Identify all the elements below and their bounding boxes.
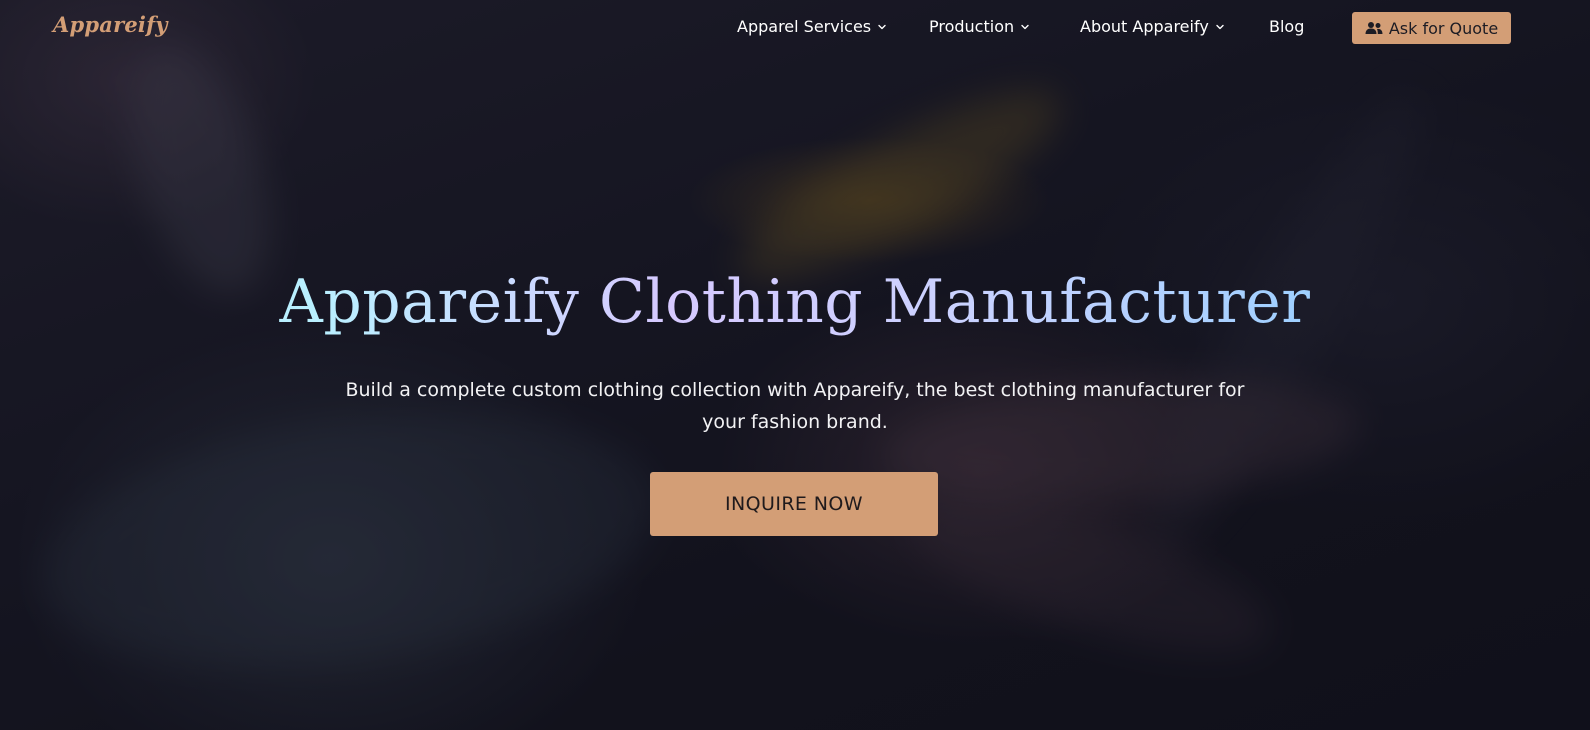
background-overlay xyxy=(0,0,1590,730)
ask-for-quote-label: Ask for Quote xyxy=(1388,18,1499,38)
nav-item-about-appareify[interactable]: About Appareify xyxy=(1080,17,1225,36)
ask-for-quote-button[interactable]: Ask for Quote xyxy=(1352,12,1511,44)
hero-section: Appareify Apparel Services Production Ab… xyxy=(0,0,1590,730)
users-icon xyxy=(1365,22,1383,34)
nav-item-label: About Appareify xyxy=(1080,17,1209,36)
top-navigation: Appareify Apparel Services Production Ab… xyxy=(0,0,1590,56)
nav-item-production[interactable]: Production xyxy=(929,17,1030,36)
chevron-down-icon xyxy=(878,24,886,29)
nav-item-label: Blog xyxy=(1269,17,1305,36)
hero-title: Appareify Clothing Manufacturer xyxy=(0,262,1590,342)
nav-item-blog[interactable]: Blog xyxy=(1269,17,1304,36)
brand-logo[interactable]: Appareify xyxy=(53,12,168,37)
chevron-down-icon xyxy=(1216,24,1224,29)
inquire-now-label: INQUIRE NOW xyxy=(725,493,863,515)
chevron-down-icon xyxy=(1021,24,1029,29)
nav-item-apparel-services[interactable]: Apparel Services xyxy=(737,17,887,36)
inquire-now-button[interactable]: INQUIRE NOW xyxy=(650,472,938,536)
nav-item-label: Apparel Services xyxy=(737,17,872,36)
nav-item-label: Production xyxy=(929,17,1015,36)
hero-subtitle: Build a complete custom clothing collect… xyxy=(345,379,1245,433)
